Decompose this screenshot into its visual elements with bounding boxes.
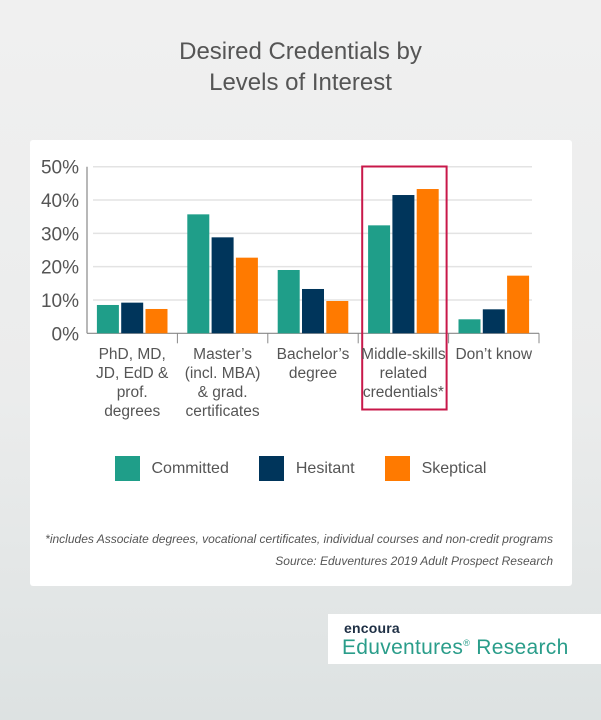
x-tick-label-line: & grad. — [197, 384, 248, 401]
bar-skeptical — [416, 189, 439, 334]
x-tick-label-line: related — [379, 365, 428, 382]
legend-label: Committed — [151, 459, 229, 477]
legend-swatch-committed — [114, 456, 140, 481]
bar-committed — [277, 269, 300, 334]
y-tick-label: 30% — [41, 224, 79, 245]
x-tick-label: Don’t know — [445, 345, 543, 364]
y-tick-label: 20% — [41, 258, 79, 279]
legend: Committed Hesitant Skeptical — [0, 456, 601, 481]
brand-logo: encoura Eduventures® Research — [328, 614, 601, 664]
footnote: *includes Associate degrees, vocational … — [45, 532, 553, 546]
x-tick-label-line: prof. — [116, 384, 148, 401]
legend-item-skeptical: Skeptical — [384, 456, 487, 481]
legend-swatch-skeptical — [384, 456, 410, 481]
bar-skeptical — [145, 308, 168, 334]
brand-suffix: Research — [470, 636, 569, 659]
bar-skeptical — [326, 300, 349, 334]
y-tick-label: 40% — [41, 191, 79, 212]
x-tick-label-line: Bachelor’s — [276, 346, 350, 363]
x-tick-label-line: JD, EdD & — [96, 365, 169, 382]
x-tick-label-line: (incl. MBA) — [184, 365, 261, 382]
y-tick-label: 50% — [41, 158, 79, 179]
y-tick-label: 10% — [41, 291, 79, 312]
legend-swatch-hesitant — [258, 456, 284, 481]
bar-hesitant — [392, 195, 415, 334]
legend-label: Hesitant — [295, 459, 355, 477]
bar-committed — [458, 319, 481, 334]
legend-item-hesitant: Hesitant — [258, 456, 355, 481]
x-tick-label-line: Don’t know — [455, 346, 533, 363]
x-tick-label-line: credentials* — [362, 384, 444, 401]
source-note: Source: Eduventures 2019 Adult Prospect … — [275, 554, 553, 568]
x-tick-label-line: Master’s — [193, 346, 253, 363]
x-tick-label-line: Middle-skills — [361, 346, 446, 363]
bar-committed — [368, 225, 391, 334]
registered-mark: ® — [463, 638, 471, 648]
x-tick-label-line: PhD, MD, — [98, 346, 166, 363]
x-tick-label: PhD, MD, JD, EdD & prof. degrees — [83, 345, 181, 421]
bar-skeptical — [507, 275, 530, 334]
x-tick-label: Bachelor’s degree — [264, 345, 362, 383]
x-tick-label-line: certificates — [185, 403, 260, 420]
x-tick-label: Master’s (incl. MBA) & grad. certificates — [173, 345, 271, 421]
x-tick-label: Middle-skills related credentials* — [354, 345, 452, 402]
bar-hesitant — [302, 288, 324, 334]
bar-committed — [187, 214, 210, 334]
x-tick-label-line: degrees — [104, 403, 161, 420]
bar-hesitant — [121, 302, 144, 334]
bar-skeptical — [235, 257, 258, 334]
eduventures-research-logo: Eduventures® Research — [342, 636, 569, 660]
legend-label: Skeptical — [421, 459, 487, 477]
x-tick-label-line: degree — [288, 365, 338, 382]
y-tick-label: 0% — [52, 324, 80, 345]
bar-committed — [96, 304, 119, 334]
bar-hesitant — [482, 309, 505, 334]
encoura-logo: encoura — [344, 620, 400, 636]
brand-product: Eduventures — [342, 636, 464, 659]
bar-hesitant — [211, 237, 234, 334]
legend-item-committed: Committed — [114, 456, 229, 481]
